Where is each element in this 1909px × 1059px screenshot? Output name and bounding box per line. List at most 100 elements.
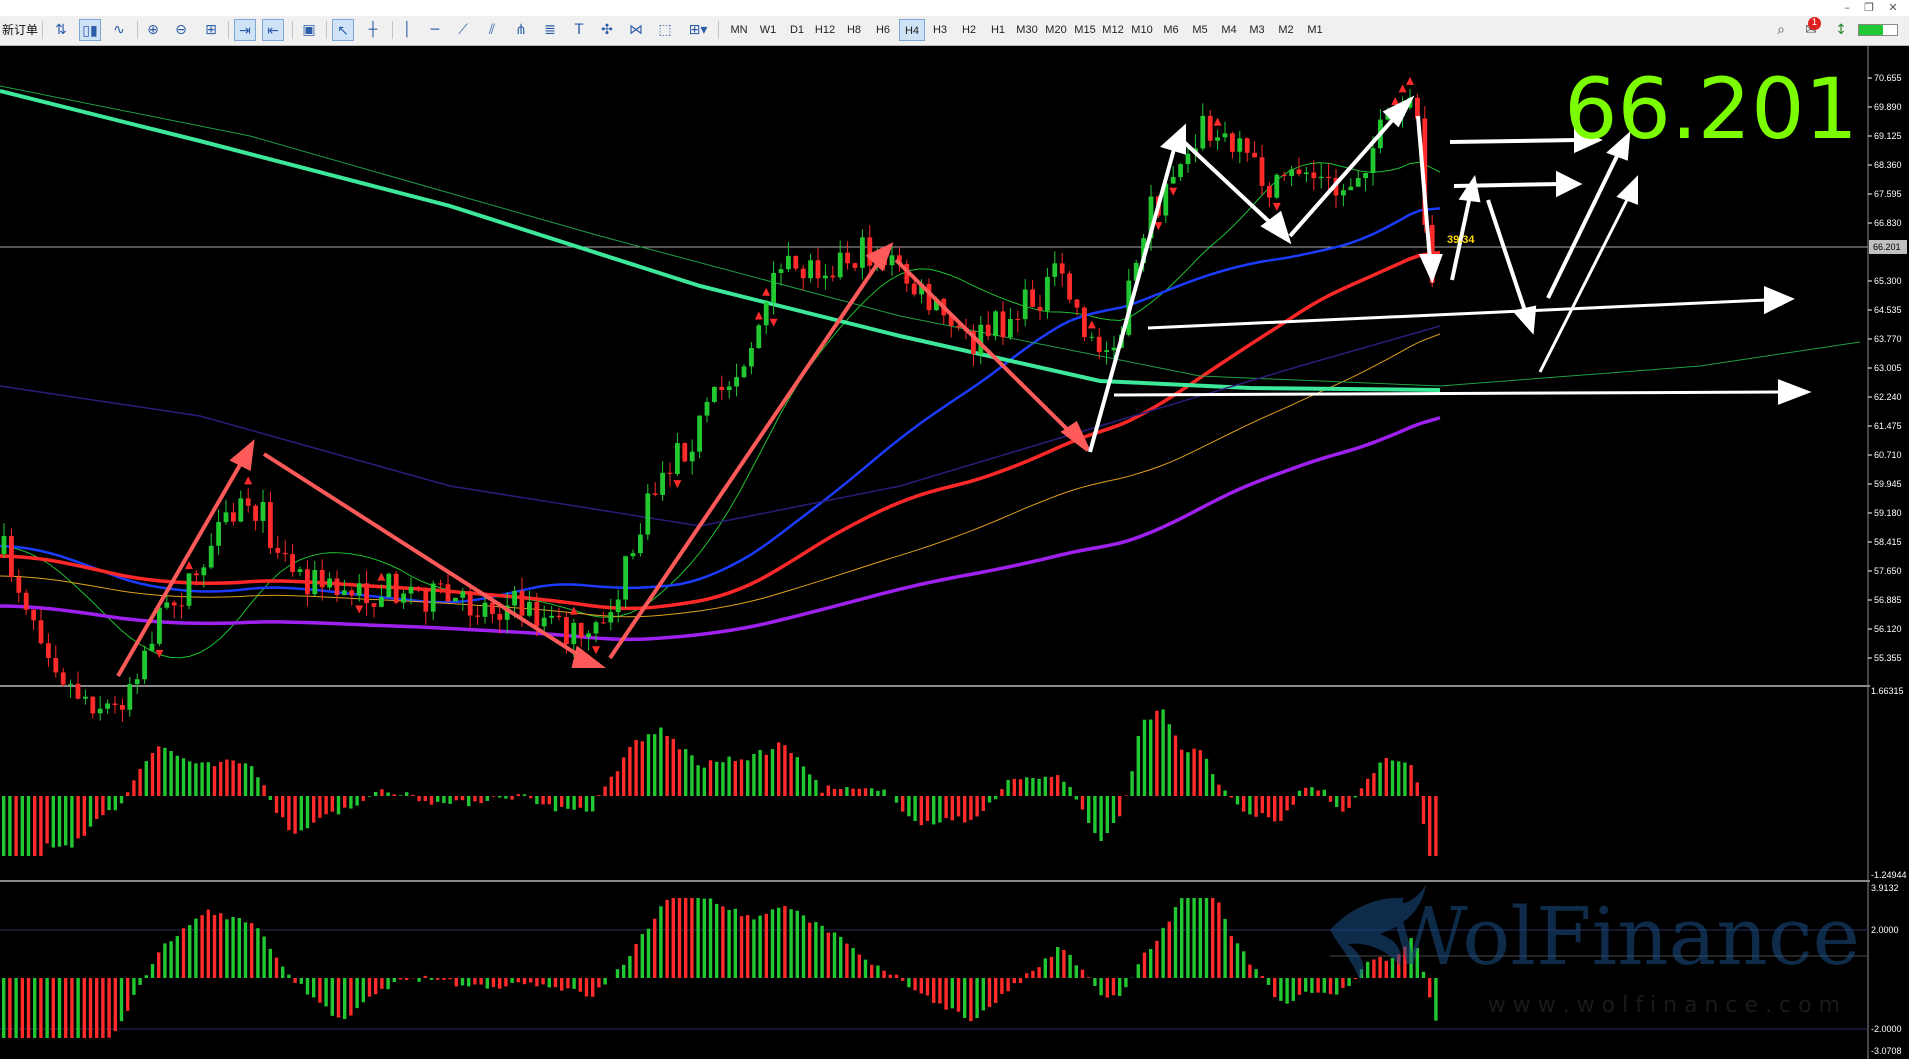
price-tick-label: 62.240	[1874, 392, 1902, 402]
macd-bar	[522, 794, 527, 796]
timeframe-h3[interactable]: H3	[927, 19, 953, 41]
osc-bar	[888, 974, 892, 978]
candle-body	[667, 472, 673, 474]
osc-bar	[219, 913, 223, 978]
timeframe-m1[interactable]: M1	[1302, 19, 1328, 41]
osc-bar	[1043, 958, 1047, 978]
chart-type-icon[interactable]: ⇅	[50, 19, 72, 41]
tile-windows-icon[interactable]: ⊞	[200, 19, 222, 41]
horizontal-line-icon[interactable]: ─	[424, 19, 446, 41]
macd-bar	[1397, 761, 1401, 796]
macd-bar	[1322, 789, 1326, 796]
macd-bar	[975, 796, 979, 817]
price-tick-label: 57.650	[1874, 566, 1902, 576]
macd-bar	[739, 759, 744, 796]
timeframe-h8[interactable]: H8	[841, 19, 867, 41]
candle-body	[268, 502, 273, 549]
timeframe-mn[interactable]: MN	[726, 19, 752, 41]
fibonacci-icon[interactable]: ≣	[539, 19, 561, 41]
osc-bar	[522, 978, 527, 985]
macd-bar	[281, 796, 285, 818]
candle-body	[712, 386, 717, 402]
timeframe-m10[interactable]: M10	[1129, 19, 1155, 41]
osc-bar	[1049, 956, 1054, 978]
trend-line-icon[interactable]: ⟋	[452, 19, 474, 41]
candle-body	[105, 703, 110, 709]
macd-bar	[250, 766, 254, 796]
line-chart-icon[interactable]: ∿	[108, 19, 130, 41]
gann-icon[interactable]: ⋈	[625, 19, 647, 41]
timeframe-d1[interactable]: D1	[784, 19, 810, 41]
autoscroll-icon[interactable]: ⇥	[234, 19, 256, 41]
candle-body	[1052, 263, 1058, 277]
osc-bar	[1155, 940, 1159, 978]
osc-bar	[684, 898, 688, 978]
timeframe-h2[interactable]: H2	[956, 19, 982, 41]
macd-bar	[491, 796, 496, 797]
osc-bar	[715, 903, 719, 978]
macd-bar	[820, 792, 824, 796]
close-icon[interactable]: ✕	[1884, 0, 1902, 16]
timeframe-m20[interactable]: M20	[1043, 19, 1069, 41]
osc-bar	[529, 978, 533, 983]
channel-icon[interactable]: ⫽	[481, 19, 503, 41]
candle-body	[726, 386, 732, 390]
osc-bar	[553, 978, 558, 988]
macd-bar	[1316, 790, 1320, 796]
candlesticks-icon[interactable]: ▯▮	[79, 19, 101, 41]
macd-bar	[1142, 719, 1147, 796]
cursor-icon[interactable]: ↖	[332, 19, 354, 41]
timeframe-h6[interactable]: H6	[870, 19, 896, 41]
macd-bar	[1310, 787, 1314, 796]
timeframe-m30[interactable]: M30	[1014, 19, 1040, 41]
macd-bar	[1018, 779, 1023, 796]
timeframe-m12[interactable]: M12	[1100, 19, 1126, 41]
vertical-line-icon[interactable]: │	[396, 19, 418, 41]
screenshot-icon[interactable]: ▣	[298, 19, 320, 41]
candle-body	[364, 583, 369, 604]
macd-bar	[857, 788, 861, 796]
timeframe-h4[interactable]: H4	[899, 19, 925, 41]
restore-icon[interactable]: ❐	[1860, 0, 1878, 16]
osc-bar	[26, 978, 31, 1038]
timeframe-m2[interactable]: M2	[1273, 19, 1299, 41]
new-order-button[interactable]: 新订单	[2, 19, 38, 41]
timeframe-h1[interactable]: H1	[985, 19, 1011, 41]
more-objects-icon[interactable]: ⊞▾	[683, 19, 713, 41]
text-icon[interactable]: T	[568, 19, 590, 41]
macd-bar	[392, 794, 396, 796]
macd-bar	[1037, 778, 1041, 796]
timeframe-m15[interactable]: M15	[1072, 19, 1098, 41]
timeframe-w1[interactable]: W1	[755, 19, 781, 41]
osc-bar	[1366, 961, 1370, 978]
timeframe-m3[interactable]: M3	[1244, 19, 1270, 41]
timeframe-m4[interactable]: M4	[1216, 19, 1242, 41]
minimize-icon[interactable]: –	[1838, 0, 1856, 16]
osc-bar	[876, 965, 880, 978]
macd-bar	[646, 734, 651, 796]
zoom-in-icon[interactable]: ⊕	[142, 19, 164, 41]
chart-area[interactable]: 66.201 39.34 WolFinance w w w . w o l f …	[0, 46, 1909, 1059]
osc-bar	[783, 905, 787, 978]
osc-bar	[956, 978, 961, 1012]
candle-body	[245, 498, 251, 506]
zoom-out-icon[interactable]: ⊖	[170, 19, 192, 41]
osc-bar	[640, 934, 644, 978]
chart-shift-icon[interactable]: ⇤	[262, 19, 284, 41]
osc-bar	[188, 925, 192, 978]
osc-bar	[882, 970, 886, 978]
macd-bar	[814, 779, 818, 796]
crosshair-icon[interactable]: ┼	[362, 19, 384, 41]
timeframe-m6[interactable]: M6	[1158, 19, 1184, 41]
arrows-icon[interactable]: ✣	[596, 19, 618, 41]
candle-body	[1074, 299, 1080, 308]
search-icon[interactable]: ⌕	[1770, 19, 1792, 41]
timeframe-h12[interactable]: H12	[812, 19, 838, 41]
shapes-icon[interactable]: ⬚	[654, 19, 676, 41]
osc-axis-top: 3.9132	[1871, 883, 1899, 893]
candle-body	[90, 696, 96, 714]
timeframe-m5[interactable]: M5	[1187, 19, 1213, 41]
pitchfork-icon[interactable]: ⋔	[510, 19, 532, 41]
osc-axis-mid-low: -2.0000	[1871, 1024, 1902, 1034]
macd-bar	[1415, 782, 1419, 796]
